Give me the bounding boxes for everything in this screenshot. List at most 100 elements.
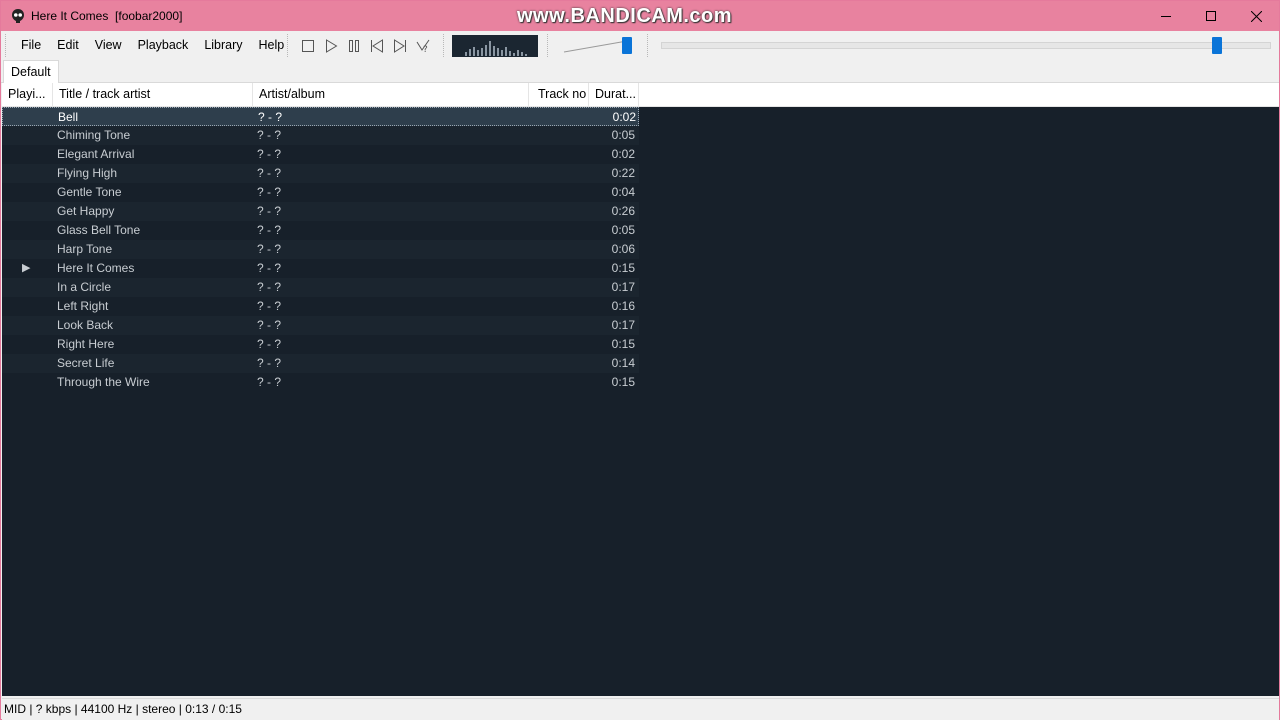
track-title: Bell — [58, 110, 79, 124]
playing-indicator — [22, 278, 42, 297]
track-title: Here It Comes — [57, 261, 135, 275]
toolbar-separator — [647, 34, 649, 57]
track-row-now-playing[interactable]: ▶ Here It Comes ? - ? 0:15 — [2, 259, 639, 278]
track-row[interactable]: Bell ? - ? 0:02 — [2, 107, 639, 126]
svg-text:?: ? — [423, 45, 428, 54]
playlist-header: Playi... Title / track artist Artist/alb… — [2, 83, 1279, 107]
track-duration: 0:16 — [611, 299, 635, 313]
toolbar-separator — [547, 34, 549, 57]
track-row[interactable]: Harp Tone ? - ? 0:06 — [2, 240, 639, 259]
menu-library[interactable]: Library — [196, 31, 250, 59]
track-row[interactable]: Get Happy ? - ? 0:26 — [2, 202, 639, 221]
playlist-tab-default[interactable]: Default — [3, 60, 59, 83]
playing-indicator — [22, 373, 42, 392]
seek-bar[interactable] — [661, 42, 1271, 49]
track-artist-album: ? - ? — [257, 147, 282, 161]
track-duration: 0:06 — [611, 242, 635, 256]
column-header-title[interactable]: Title / track artist — [53, 83, 253, 106]
status-text: MID | ? kbps | 44100 Hz | stereo | 0:13 … — [4, 702, 242, 716]
close-icon — [1250, 10, 1262, 22]
track-duration: 0:17 — [611, 318, 635, 332]
toolbar-separator — [443, 34, 445, 57]
column-header-track-no[interactable]: Track no — [529, 83, 589, 106]
previous-icon[interactable] — [369, 38, 385, 54]
track-duration: 0:02 — [612, 110, 636, 124]
track-artist-album: ? - ? — [257, 375, 282, 389]
track-row[interactable]: Flying High ? - ? 0:22 — [2, 164, 639, 183]
track-artist-album: ? - ? — [257, 204, 282, 218]
track-artist-album: ? - ? — [257, 128, 282, 142]
track-row[interactable]: Secret Life ? - ? 0:14 — [2, 354, 639, 373]
track-title: In a Circle — [57, 280, 112, 294]
menu-file[interactable]: File — [13, 31, 49, 59]
playing-indicator — [22, 316, 42, 335]
minimize-icon — [1161, 16, 1171, 17]
minimize-button[interactable] — [1143, 1, 1189, 31]
track-title: Gentle Tone — [57, 185, 122, 199]
track-artist-album: ? - ? — [257, 356, 282, 370]
playing-indicator — [22, 126, 42, 145]
menu-view[interactable]: View — [87, 31, 130, 59]
track-row[interactable]: Right Here ? - ? 0:15 — [2, 335, 639, 354]
spectrum-visualizer[interactable] — [452, 35, 538, 57]
track-row[interactable]: Look Back ? - ? 0:17 — [2, 316, 639, 335]
track-row[interactable]: In a Circle ? - ? 0:17 — [2, 278, 639, 297]
playing-indicator — [23, 108, 43, 127]
seek-bar-thumb[interactable] — [1212, 37, 1222, 54]
track-title: Look Back — [57, 318, 114, 332]
pause-icon[interactable] — [346, 38, 362, 54]
track-row[interactable]: Gentle Tone ? - ? 0:04 — [2, 183, 639, 202]
column-header-playing[interactable]: Playi... — [2, 83, 53, 106]
menu-playback[interactable]: Playback — [130, 31, 197, 59]
track-title: Chiming Tone — [57, 128, 131, 142]
playing-indicator — [22, 145, 42, 164]
foobar-app-icon[interactable] — [11, 8, 25, 24]
toolbar-separator — [287, 34, 289, 57]
menu-bar: File Edit View Playback Library Help — [13, 31, 292, 59]
track-title: Right Here — [57, 337, 115, 351]
next-icon[interactable] — [392, 38, 408, 54]
playlist-tabs: Default — [1, 59, 1279, 83]
track-title: Elegant Arrival — [57, 147, 135, 161]
track-duration: 0:05 — [611, 128, 635, 142]
random-icon[interactable]: ? — [415, 38, 431, 54]
track-title: Secret Life — [57, 356, 115, 370]
track-artist-album: ? - ? — [257, 299, 282, 313]
playing-indicator — [22, 221, 42, 240]
track-row[interactable]: Through the Wire ? - ? 0:15 — [2, 373, 639, 392]
track-artist-album: ? - ? — [257, 337, 282, 351]
foobar2000-window: Here It Comes [foobar2000] www.BANDICAM.… — [0, 0, 1280, 720]
menu-edit[interactable]: Edit — [49, 31, 87, 59]
playing-indicator — [22, 164, 42, 183]
track-title: Left Right — [57, 299, 109, 313]
track-duration: 0:04 — [611, 185, 635, 199]
track-duration: 0:22 — [611, 166, 635, 180]
track-duration: 0:15 — [611, 261, 635, 275]
close-button[interactable] — [1233, 1, 1279, 31]
track-duration: 0:15 — [611, 375, 635, 389]
playing-indicator — [22, 297, 42, 316]
track-row[interactable]: Left Right ? - ? 0:16 — [2, 297, 639, 316]
column-header-artist-album[interactable]: Artist/album — [253, 83, 529, 106]
column-header-duration[interactable]: Durat... — [589, 83, 639, 106]
playing-indicator — [22, 202, 42, 221]
volume-slider-thumb[interactable] — [622, 37, 632, 54]
track-artist-album: ? - ? — [257, 280, 282, 294]
play-icon[interactable] — [323, 38, 339, 54]
status-bar: MID | ? kbps | 44100 Hz | stereo | 0:13 … — [2, 698, 1279, 720]
title-bar[interactable]: Here It Comes [foobar2000] www.BANDICAM.… — [1, 1, 1279, 31]
track-artist-album: ? - ? — [258, 110, 283, 124]
track-duration: 0:17 — [611, 280, 635, 294]
toolbar-grip[interactable] — [5, 34, 7, 57]
playing-indicator — [22, 354, 42, 373]
track-row[interactable]: Glass Bell Tone ? - ? 0:05 — [2, 221, 639, 240]
playing-indicator — [22, 240, 42, 259]
stop-icon[interactable] — [300, 38, 316, 54]
maximize-button[interactable] — [1188, 1, 1234, 31]
menu-help[interactable]: Help — [251, 31, 293, 59]
track-row[interactable]: Elegant Arrival ? - ? 0:02 — [2, 145, 639, 164]
track-row[interactable]: Chiming Tone ? - ? 0:05 — [2, 126, 639, 145]
now-playing-icon: ▶ — [22, 262, 31, 274]
playlist-view[interactable]: Bell ? - ? 0:02 Chiming Tone ? - ? 0:05 … — [2, 107, 1279, 696]
track-title: Harp Tone — [57, 242, 113, 256]
